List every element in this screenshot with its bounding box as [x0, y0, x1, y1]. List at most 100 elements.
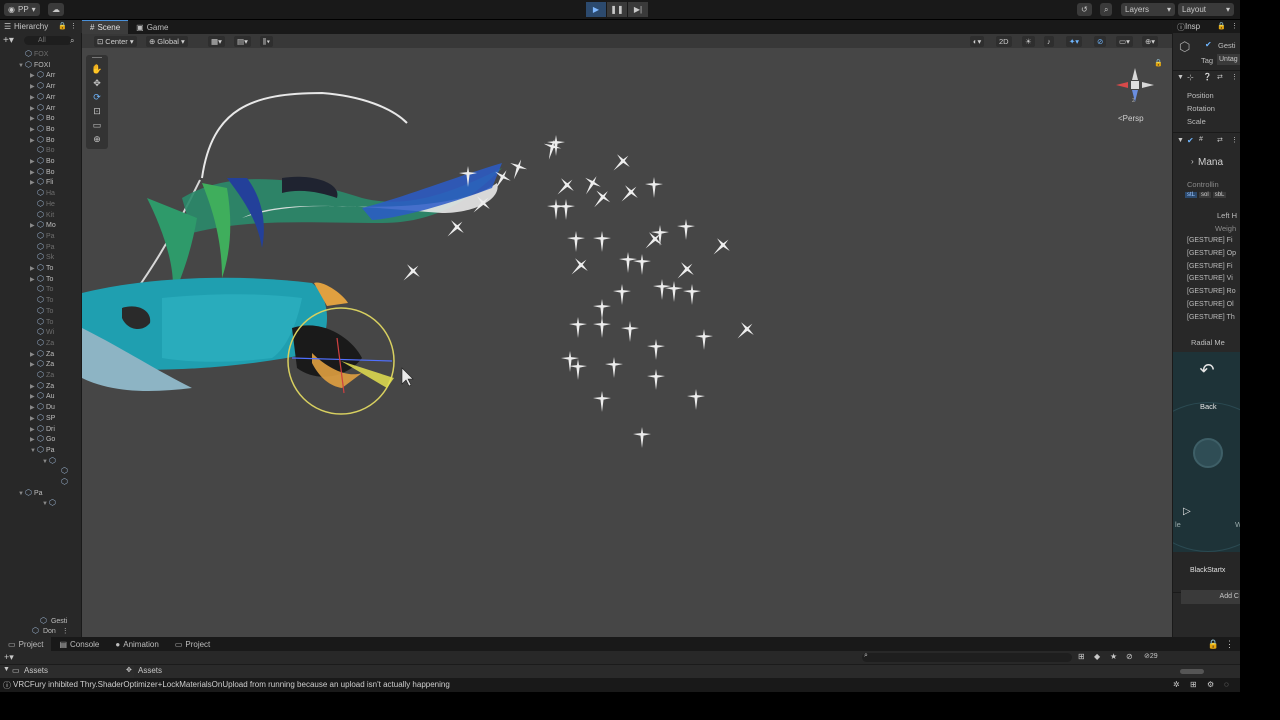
list-item[interactable]: ▶ ⬡ Bo — [30, 167, 55, 177]
more-icon[interactable]: ⋮ — [1225, 639, 1234, 650]
chevron-right-icon[interactable]: ▶ — [30, 178, 37, 188]
chevron-down-icon[interactable]: ▼ — [30, 446, 37, 456]
list-item[interactable]: ▶ ⬡ SP — [30, 413, 55, 423]
bone-marker[interactable] — [633, 427, 651, 448]
back-arrow-icon[interactable]: ↶ — [1173, 361, 1240, 379]
hidden-toggle[interactable]: ⊘ — [1094, 36, 1107, 47]
chevron-right-icon[interactable]: ▶ — [30, 114, 37, 124]
chevron-right-icon[interactable]: ▶ — [30, 435, 37, 445]
list-item[interactable]: ▶ ⬡ Bo — [30, 156, 55, 166]
star-icon[interactable]: ★ — [1110, 652, 1117, 661]
list-item[interactable]: ▶ ⬡ Du — [30, 402, 55, 412]
layout-dropdown[interactable]: Layout ▾ — [1178, 3, 1234, 16]
bone-marker[interactable] — [687, 389, 705, 410]
resize-handle[interactable]: ✥ — [126, 666, 132, 674]
gesture-item[interactable]: [GESTURE] Op — [1187, 250, 1236, 257]
bone-marker[interactable] — [565, 253, 593, 281]
bone-marker[interactable] — [671, 257, 699, 285]
gesture-item[interactable]: [GESTURE] Vi — [1187, 275, 1233, 282]
audio-toggle[interactable]: ♪ — [1044, 36, 1054, 47]
list-item[interactable]: ⬡ Sk — [30, 252, 54, 262]
settings-icon[interactable]: ⇄ — [1217, 136, 1223, 144]
hidden-packages-icon[interactable]: ⊘ — [1126, 652, 1133, 661]
more-icon[interactable]: ⋮ — [62, 628, 69, 635]
list-item[interactable]: ⬡ Don ⋮ — [32, 626, 69, 636]
pivot-dropdown[interactable]: ⊡ Center ▾ — [94, 36, 137, 47]
drag-handle[interactable] — [92, 57, 102, 58]
tab-project-2[interactable]: ▭ Project — [167, 637, 218, 651]
2d-toggle[interactable]: 2D — [996, 36, 1012, 47]
bone-marker[interactable] — [707, 233, 735, 261]
effects-button[interactable]: ✦▾ — [1066, 36, 1083, 47]
more-icon[interactable]: ⋮ — [1231, 136, 1238, 144]
icon-size-slider[interactable] — [1180, 669, 1204, 674]
tab-scene[interactable]: # Scene — [82, 20, 129, 34]
list-item[interactable]: ⬡ Za — [30, 338, 54, 348]
chevron-right-icon[interactable]: ▶ — [30, 275, 37, 285]
bone-marker[interactable] — [653, 279, 671, 300]
chevron-right-icon[interactable]: ▶ — [30, 136, 37, 146]
history-button[interactable]: ↺ — [1077, 3, 1092, 16]
gesture-item[interactable]: [GESTURE] Th — [1187, 314, 1235, 321]
account-button[interactable]: ◉ PP ▾ — [4, 3, 40, 16]
status-message[interactable]: VRCFury inhibited Thry.ShaderOptimizer+L… — [13, 680, 450, 689]
radial-center[interactable] — [1193, 438, 1223, 468]
project-search-input[interactable]: ⌕ — [862, 652, 1072, 662]
bone-marker[interactable] — [567, 231, 585, 252]
rect-tool-icon[interactable]: ▭ — [88, 119, 106, 131]
tag-chip[interactable]: sol — [1199, 192, 1211, 198]
bone-marker[interactable] — [615, 180, 643, 208]
list-item[interactable]: ⬡ To — [30, 284, 53, 294]
bone-marker[interactable] — [683, 284, 701, 305]
camera-settings-button[interactable]: ▭▾ — [1116, 36, 1133, 47]
add-object-button[interactable]: +▾ — [3, 35, 14, 46]
inspector-tab[interactable]: ⓘ Insp 🔒 ⋮ — [1173, 20, 1240, 33]
help-icon[interactable]: ❔ — [1203, 73, 1212, 81]
gesture-item[interactable]: [GESTURE] Ro — [1187, 288, 1236, 295]
bone-marker[interactable] — [569, 359, 587, 380]
rotate-tool-icon[interactable]: ⟳ — [88, 91, 106, 103]
hand-tool-icon[interactable]: ✋ — [88, 63, 106, 75]
move-tool-icon[interactable]: ✥ — [88, 77, 106, 89]
snap-increment-button[interactable]: ▤▾ — [234, 36, 251, 47]
bone-marker[interactable] — [593, 299, 611, 320]
bone-marker[interactable] — [557, 199, 575, 220]
persp-label[interactable]: <Persp — [1118, 114, 1144, 123]
tag-dropdown[interactable]: Untag — [1217, 54, 1240, 65]
list-item[interactable]: ▶ ⬡ Bo — [30, 124, 55, 134]
chevron-down-icon[interactable]: ▼ — [1177, 74, 1184, 81]
list-item[interactable]: ▶ ⬡ Mo — [30, 220, 56, 230]
chevron-right-icon[interactable]: ▶ — [30, 392, 37, 402]
bone-marker[interactable] — [731, 317, 759, 345]
bone-marker[interactable] — [613, 284, 631, 305]
bone-marker[interactable] — [547, 199, 565, 220]
bone-marker[interactable] — [633, 254, 651, 275]
list-item[interactable]: ⬡ To — [30, 295, 53, 305]
pause-button[interactable]: ❚❚ — [607, 2, 627, 17]
hierarchy-tab[interactable]: ☰ Hierarchy 🔒 ⋮ — [0, 20, 82, 33]
bone-marker[interactable] — [645, 177, 663, 198]
chevron-right-icon[interactable]: ▶ — [30, 125, 37, 135]
play-button[interactable]: ▶ — [586, 2, 606, 17]
more-icon[interactable]: ⋮ — [1231, 73, 1238, 81]
list-item[interactable]: ⬡ FOX — [18, 49, 48, 59]
chevron-down-icon[interactable]: ▼ — [18, 61, 25, 71]
space-dropdown[interactable]: ⊕ Global ▾ — [146, 36, 188, 47]
list-item[interactable]: ▶ ⬡ Arr — [30, 70, 55, 80]
chevron-down-icon[interactable]: ▼ — [3, 666, 10, 673]
list-item[interactable]: ⬡ He — [30, 199, 55, 209]
list-item[interactable]: ▼⬡ Pa — [18, 488, 43, 498]
lighting-toggle[interactable]: ☀ — [1022, 36, 1035, 47]
chevron-right-icon[interactable]: ▶ — [30, 264, 37, 274]
lock-icon[interactable]: 🔒 — [1208, 639, 1219, 650]
tab-console[interactable]: ▤ Console — [51, 637, 107, 651]
scale-tool-icon[interactable]: ⊡ — [88, 105, 106, 117]
filter-label-icon[interactable]: ◆ — [1094, 652, 1100, 661]
chevron-right-icon[interactable]: ▶ — [30, 71, 37, 81]
list-item[interactable]: ⬡ — [54, 466, 70, 476]
list-item[interactable]: ▼⬡ FOXI — [18, 60, 50, 70]
chevron-right-icon[interactable]: ▶ — [30, 157, 37, 167]
list-item[interactable]: ▶ ⬡ Arr — [30, 92, 55, 102]
debug-icon[interactable]: ✲ — [1173, 680, 1180, 689]
chevron-right-icon[interactable]: ▶ — [30, 168, 37, 178]
